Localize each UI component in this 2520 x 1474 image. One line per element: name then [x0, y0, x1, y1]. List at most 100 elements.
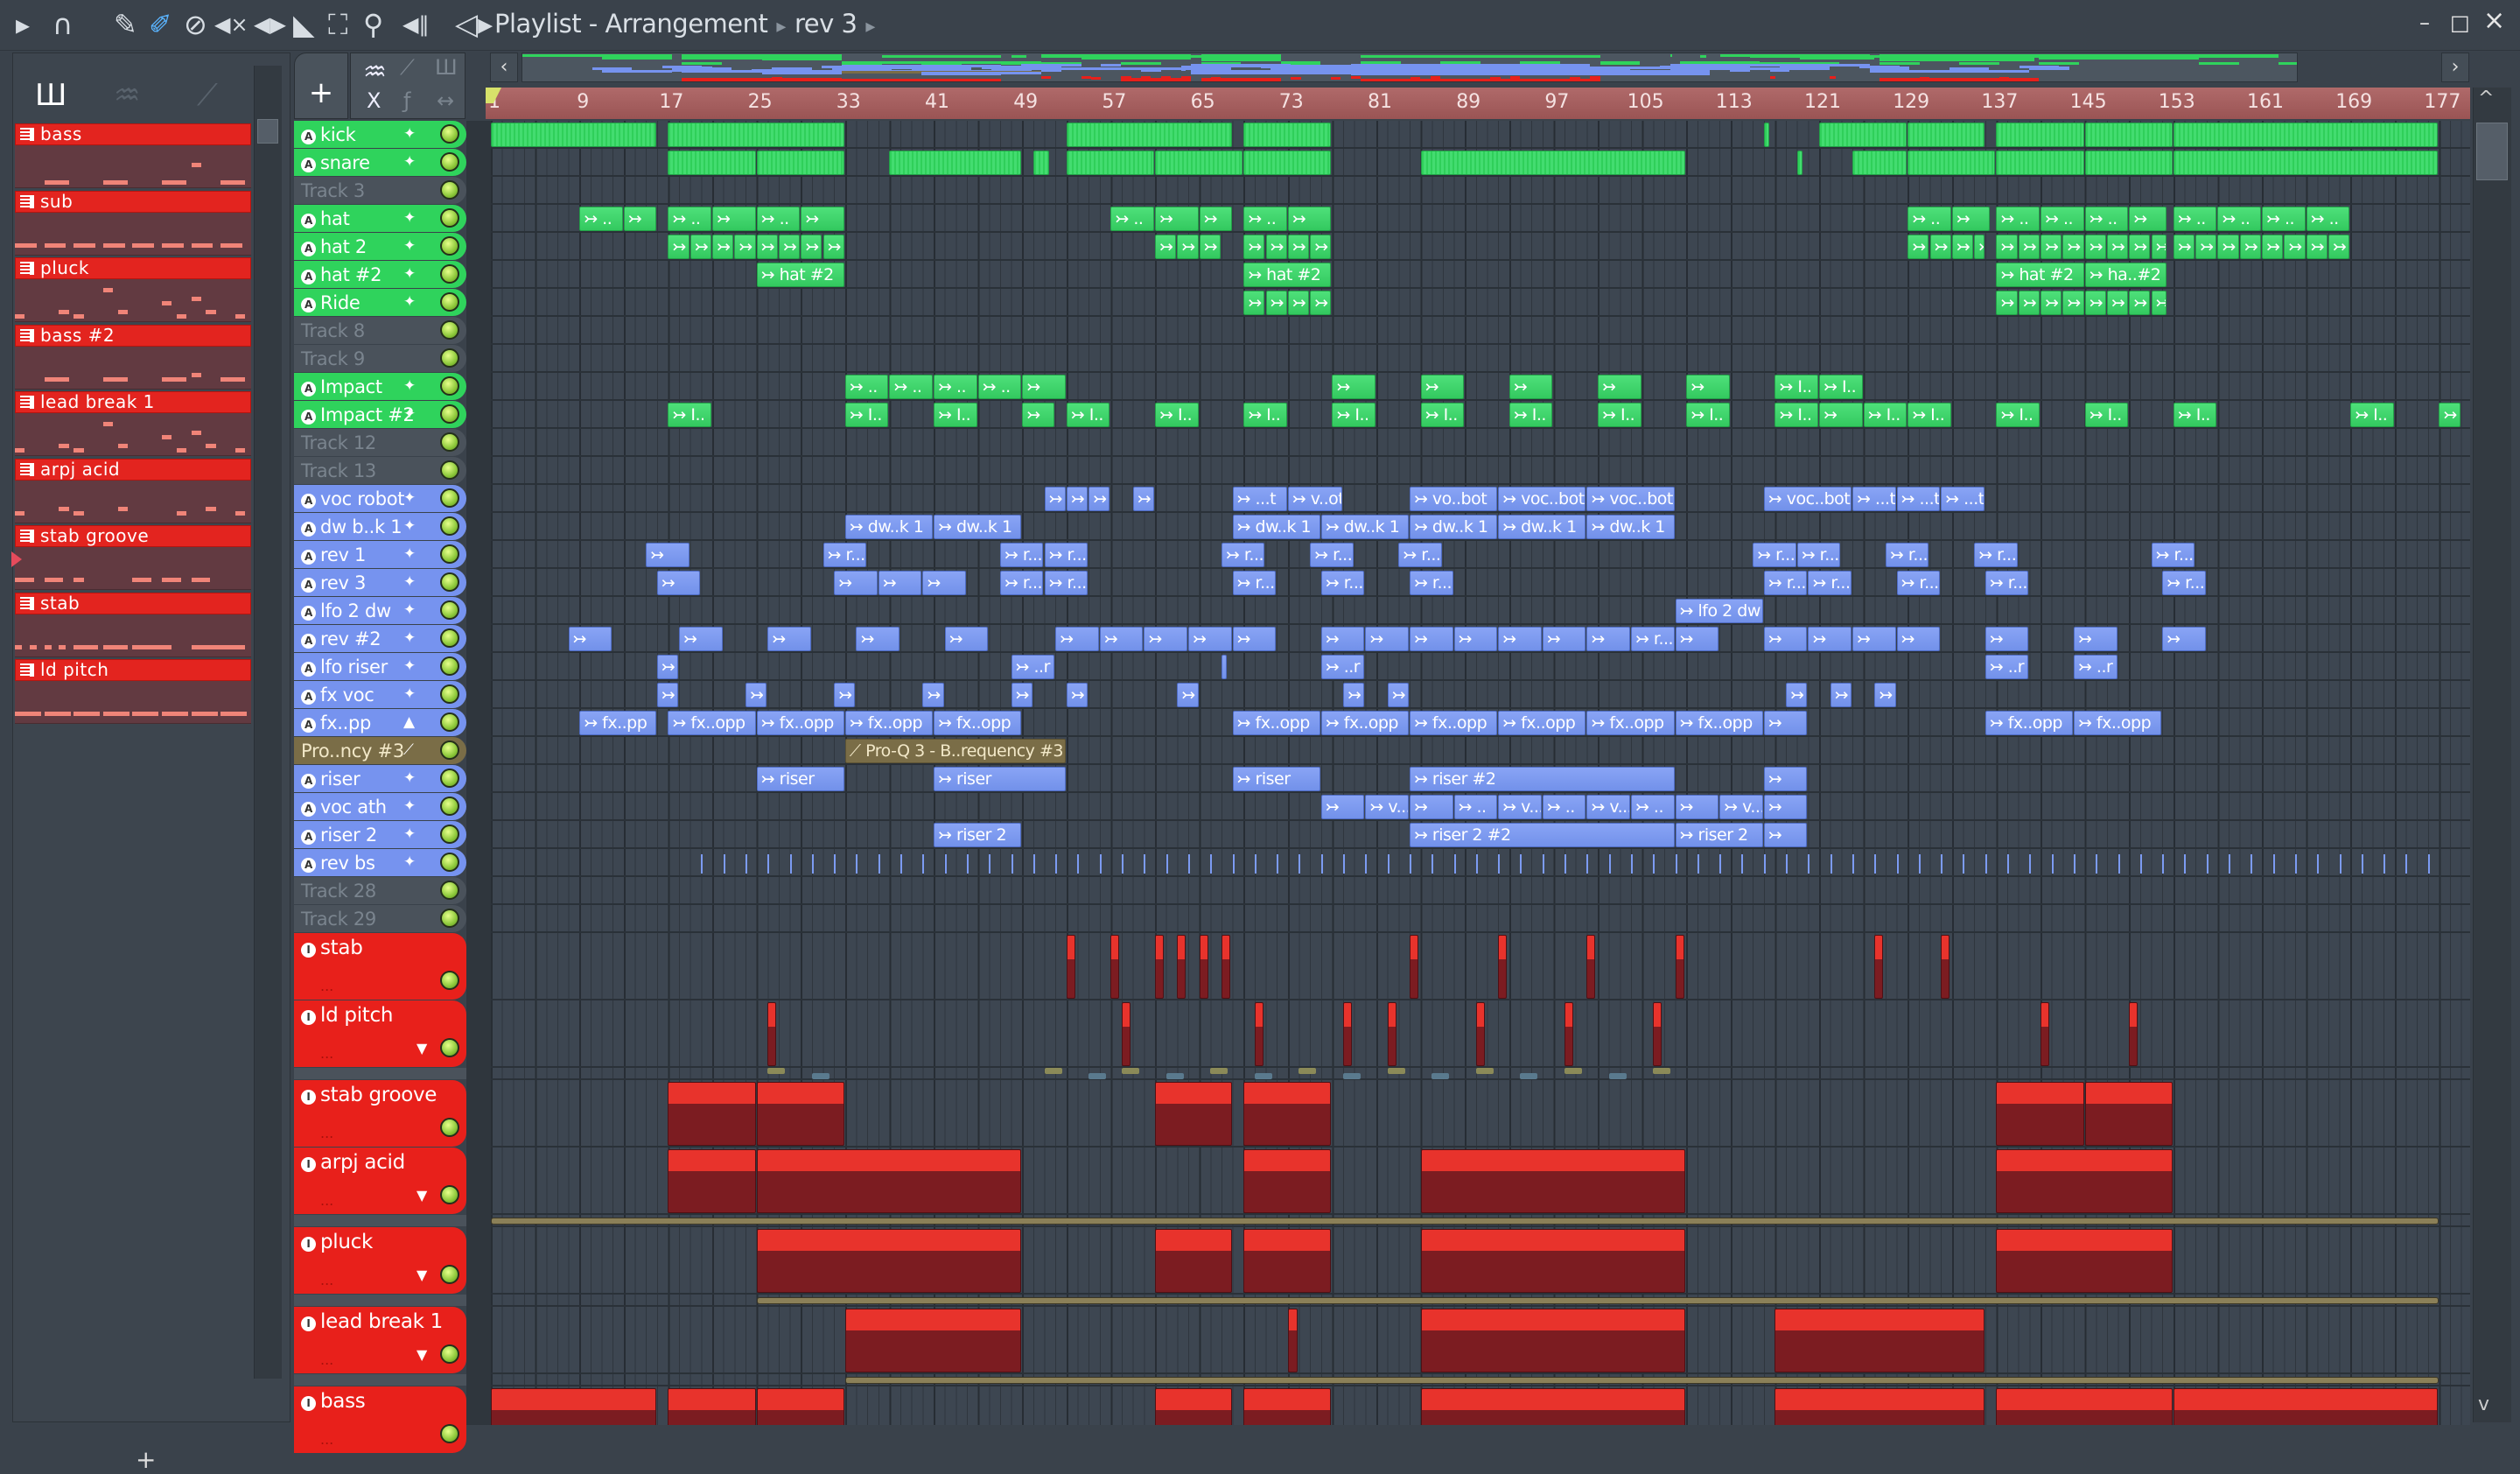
clip[interactable] [1155, 935, 1164, 999]
track-enable-toggle[interactable] [440, 1424, 459, 1443]
clip[interactable]: ↣ .. [934, 375, 977, 399]
clip[interactable] [2084, 123, 2173, 147]
clip[interactable]: ↣ [2217, 235, 2239, 259]
rev-bs-marker[interactable] [1498, 854, 1501, 874]
rev-bs-marker[interactable] [2118, 854, 2120, 874]
clip[interactable]: ↣ [2129, 207, 2167, 231]
track-enable-toggle[interactable] [440, 769, 459, 788]
clip[interactable]: ↣ [1099, 627, 1144, 651]
clip[interactable]: ↣ [2018, 235, 2040, 259]
clip[interactable]: ↣ [1155, 207, 1199, 231]
clip[interactable]: ↣ [679, 627, 723, 651]
track-enable-toggle[interactable] [440, 881, 459, 900]
rev-bs-marker[interactable] [1653, 854, 1656, 874]
track-enable-toggle[interactable] [440, 180, 459, 200]
rev-bs-marker[interactable] [1808, 854, 1810, 874]
clip[interactable] [1177, 935, 1186, 999]
clip[interactable]: ↣ [1022, 375, 1066, 399]
rev-bs-marker[interactable] [1122, 854, 1124, 874]
rev-bs-marker[interactable] [1675, 854, 1677, 874]
clip[interactable]: ↣ dw..k 1 [1586, 515, 1675, 539]
rev-bs-marker[interactable] [2339, 854, 2342, 874]
clip[interactable]: ↣ [1265, 235, 1287, 259]
waveform-icon[interactable]: ✦ [403, 657, 416, 675]
clip[interactable]: ↣ fx..opp [668, 711, 756, 735]
rev-bs-marker[interactable] [1542, 854, 1544, 874]
automation-point[interactable] [767, 1068, 786, 1074]
clip[interactable]: ↣ .. [2306, 207, 2350, 231]
clip[interactable]: ↣ fx..opp [1232, 711, 1320, 735]
rev-bs-marker[interactable] [2427, 854, 2430, 874]
rev-bs-marker[interactable] [2206, 854, 2208, 874]
clip[interactable]: ↣ [2439, 403, 2460, 427]
rev-bs-marker[interactable] [745, 854, 747, 874]
waveform-icon[interactable]: ✦ [403, 265, 416, 283]
track-header[interactable]: A Ride ✦ [294, 289, 466, 316]
rev-bs-marker[interactable] [2294, 854, 2297, 874]
rev-bs-marker[interactable] [1475, 854, 1478, 874]
track-enable-toggle[interactable] [440, 600, 459, 620]
clip[interactable]: ↣ [690, 235, 711, 259]
track-header[interactable]: Track 12 [294, 429, 466, 456]
clip[interactable]: ↣ riser #2 [1409, 767, 1675, 791]
slice-tool-icon[interactable]: ◣ [293, 7, 315, 42]
track-header[interactable]: Track 8 [294, 317, 466, 344]
clip[interactable]: ↣ I.. [1066, 403, 1110, 427]
clip[interactable]: ↣ r... [1409, 571, 1453, 595]
clip[interactable]: ↣ I.. [1508, 403, 1553, 427]
clip[interactable]: ↣ dw..k 1 [1320, 515, 1409, 539]
clip[interactable] [756, 1229, 1022, 1293]
rev-bs-marker[interactable] [989, 854, 991, 874]
automation-clips-icon[interactable]: ⟋ [400, 55, 415, 80]
rev-bs-marker[interactable] [1586, 854, 1589, 874]
rev-bs-marker[interactable] [1298, 854, 1301, 874]
clip[interactable]: ↣ [1808, 627, 1852, 651]
track-header[interactable]: A Impact #2 ✦ [294, 401, 466, 428]
clip[interactable] [756, 151, 844, 175]
pattern-item[interactable]: lead break 1 [15, 391, 251, 456]
clip[interactable]: ↣ [1508, 375, 1553, 399]
automation-filter-icon[interactable]: ⟋ [197, 78, 218, 113]
clip[interactable]: ↣ [1763, 767, 1808, 791]
clip[interactable]: ↣ .. [977, 375, 1022, 399]
vertical-scroll-thumb[interactable] [2476, 123, 2508, 180]
clip[interactable]: ↣ [2151, 235, 2167, 259]
clip[interactable]: ↣ r... [999, 571, 1044, 595]
rev-bs-marker[interactable] [1786, 854, 1788, 874]
clip[interactable]: ↣ [712, 207, 756, 231]
rev-bs-marker[interactable] [1941, 854, 1943, 874]
rev-bs-marker[interactable] [1963, 854, 1965, 874]
clip[interactable]: ↣ I.. [2084, 403, 2129, 427]
clip[interactable]: ↣ [756, 235, 778, 259]
clip[interactable] [1819, 123, 1908, 147]
close-button[interactable]: × [2483, 5, 2505, 36]
automation-point[interactable] [1475, 1068, 1494, 1074]
waveform-icon[interactable]: ✦ [403, 545, 416, 563]
clip[interactable]: ↣ .. [2262, 207, 2306, 231]
clip[interactable] [1243, 1082, 1332, 1146]
vertical-scrollbar[interactable] [2473, 88, 2511, 1422]
waveform-icon[interactable]: ✦ [403, 237, 416, 255]
clip[interactable]: ↣ fx..pp [579, 711, 656, 735]
clip[interactable] [1254, 1002, 1264, 1066]
clip[interactable]: ↣ [1310, 291, 1332, 315]
clip[interactable]: ↣ [1088, 487, 1110, 511]
clip[interactable] [1996, 151, 2084, 175]
track-enable-toggle[interactable] [440, 208, 459, 228]
clip[interactable]: ↣ [1132, 487, 1154, 511]
waveform-icon[interactable]: ✦ [403, 153, 416, 171]
clip[interactable] [1774, 1388, 1984, 1425]
clip[interactable]: ↣ [2062, 291, 2084, 315]
clip[interactable] [1155, 151, 1243, 175]
clip[interactable]: ↣ [1066, 683, 1088, 707]
track-header[interactable]: Track 28 [294, 877, 466, 904]
clip[interactable]: ↣ [2239, 235, 2261, 259]
clip[interactable]: ↣ [1974, 235, 1984, 259]
track-enable-toggle[interactable] [440, 376, 459, 396]
minimize-button[interactable]: – [2419, 11, 2430, 35]
pattern-item[interactable]: stab [15, 592, 251, 657]
clip[interactable] [844, 1309, 1022, 1372]
clip[interactable]: ↣ I.. [1863, 403, 1908, 427]
clip[interactable] [1199, 935, 1208, 999]
clip[interactable] [1675, 935, 1684, 999]
